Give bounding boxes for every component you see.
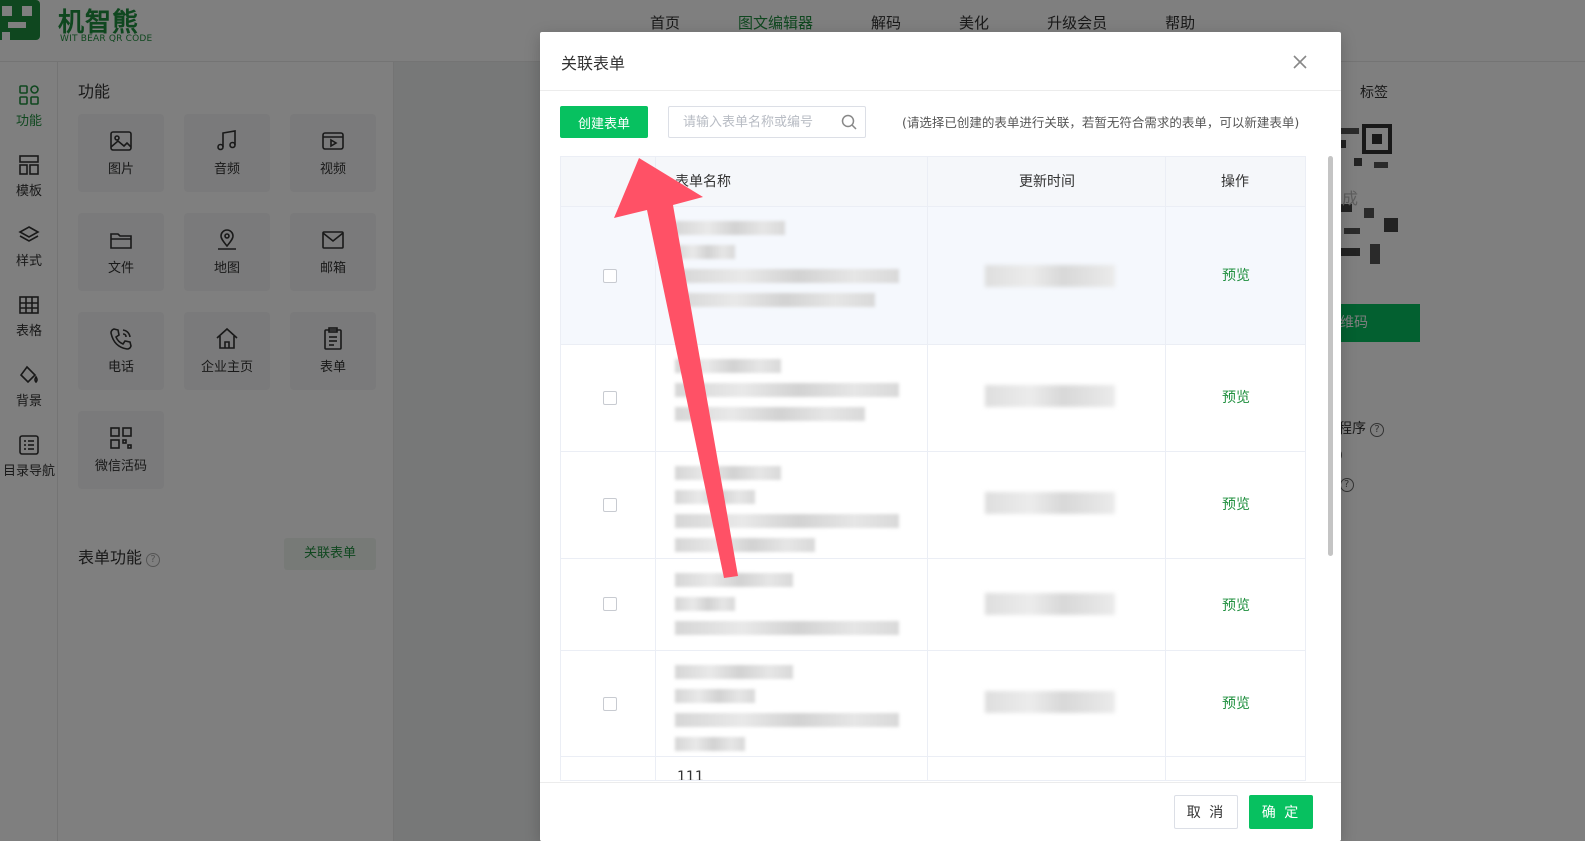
- preview-link[interactable]: 预览: [1222, 387, 1250, 407]
- close-icon[interactable]: [1288, 50, 1312, 74]
- search-input[interactable]: [669, 107, 837, 137]
- dialog-footer: 取 消 确 定: [540, 782, 1341, 841]
- row-checkbox[interactable]: [603, 498, 617, 512]
- column-header-action: 操作: [1221, 174, 1249, 190]
- table-row[interactable]: 预览: [561, 559, 1305, 651]
- form-name-blurred: [675, 221, 905, 317]
- column-divider: [927, 157, 928, 780]
- partial-row-text: 111: [677, 769, 704, 781]
- form-name-blurred: [675, 359, 905, 431]
- table-row[interactable]: 预览: [561, 651, 1305, 757]
- table-row[interactable]: 预览: [561, 345, 1305, 452]
- update-time-blurred: [985, 593, 1115, 615]
- row-checkbox[interactable]: [603, 697, 617, 711]
- column-divider: [1165, 157, 1166, 780]
- search-icon[interactable]: [840, 113, 858, 131]
- column-divider: [655, 157, 656, 780]
- update-time-blurred: [985, 265, 1115, 287]
- link-form-dialog: 关联表单 创建表单 (请选择已创建的表单进行关联，若暂无符合需求的表单，可以新建…: [540, 32, 1341, 841]
- row-checkbox[interactable]: [603, 597, 617, 611]
- preview-link[interactable]: 预览: [1222, 494, 1250, 514]
- update-time-blurred: [985, 492, 1115, 514]
- table-row[interactable]: 预览: [561, 207, 1305, 345]
- create-form-button[interactable]: 创建表单: [560, 106, 648, 138]
- form-name-blurred: [675, 466, 905, 562]
- preview-link[interactable]: 预览: [1222, 595, 1250, 615]
- cancel-button[interactable]: 取 消: [1174, 795, 1238, 829]
- update-time-blurred: [985, 691, 1115, 713]
- header-divider: [540, 90, 1341, 91]
- preview-link[interactable]: 预览: [1222, 693, 1250, 713]
- form-table: 表单名称 更新时间 操作 预览 预览 预览 预览 预览 111: [560, 156, 1306, 781]
- search-box: [668, 106, 866, 138]
- table-header: 表单名称 更新时间 操作: [561, 157, 1305, 207]
- form-name-blurred: [675, 573, 905, 645]
- dialog-title: 关联表单: [561, 54, 626, 73]
- column-header-time: 更新时间: [1019, 174, 1075, 190]
- row-checkbox[interactable]: [603, 269, 617, 283]
- form-name-blurred: [675, 665, 905, 761]
- column-header-name: 表单名称: [675, 174, 731, 190]
- row-checkbox[interactable]: [603, 391, 617, 405]
- hint-text: (请选择已创建的表单进行关联，若暂无符合需求的表单，可以新建表单): [902, 115, 1300, 130]
- preview-link[interactable]: 预览: [1222, 265, 1250, 285]
- table-scrollbar[interactable]: [1328, 156, 1333, 556]
- table-row[interactable]: 预览: [561, 452, 1305, 562]
- confirm-button[interactable]: 确 定: [1249, 795, 1313, 829]
- update-time-blurred: [985, 385, 1115, 407]
